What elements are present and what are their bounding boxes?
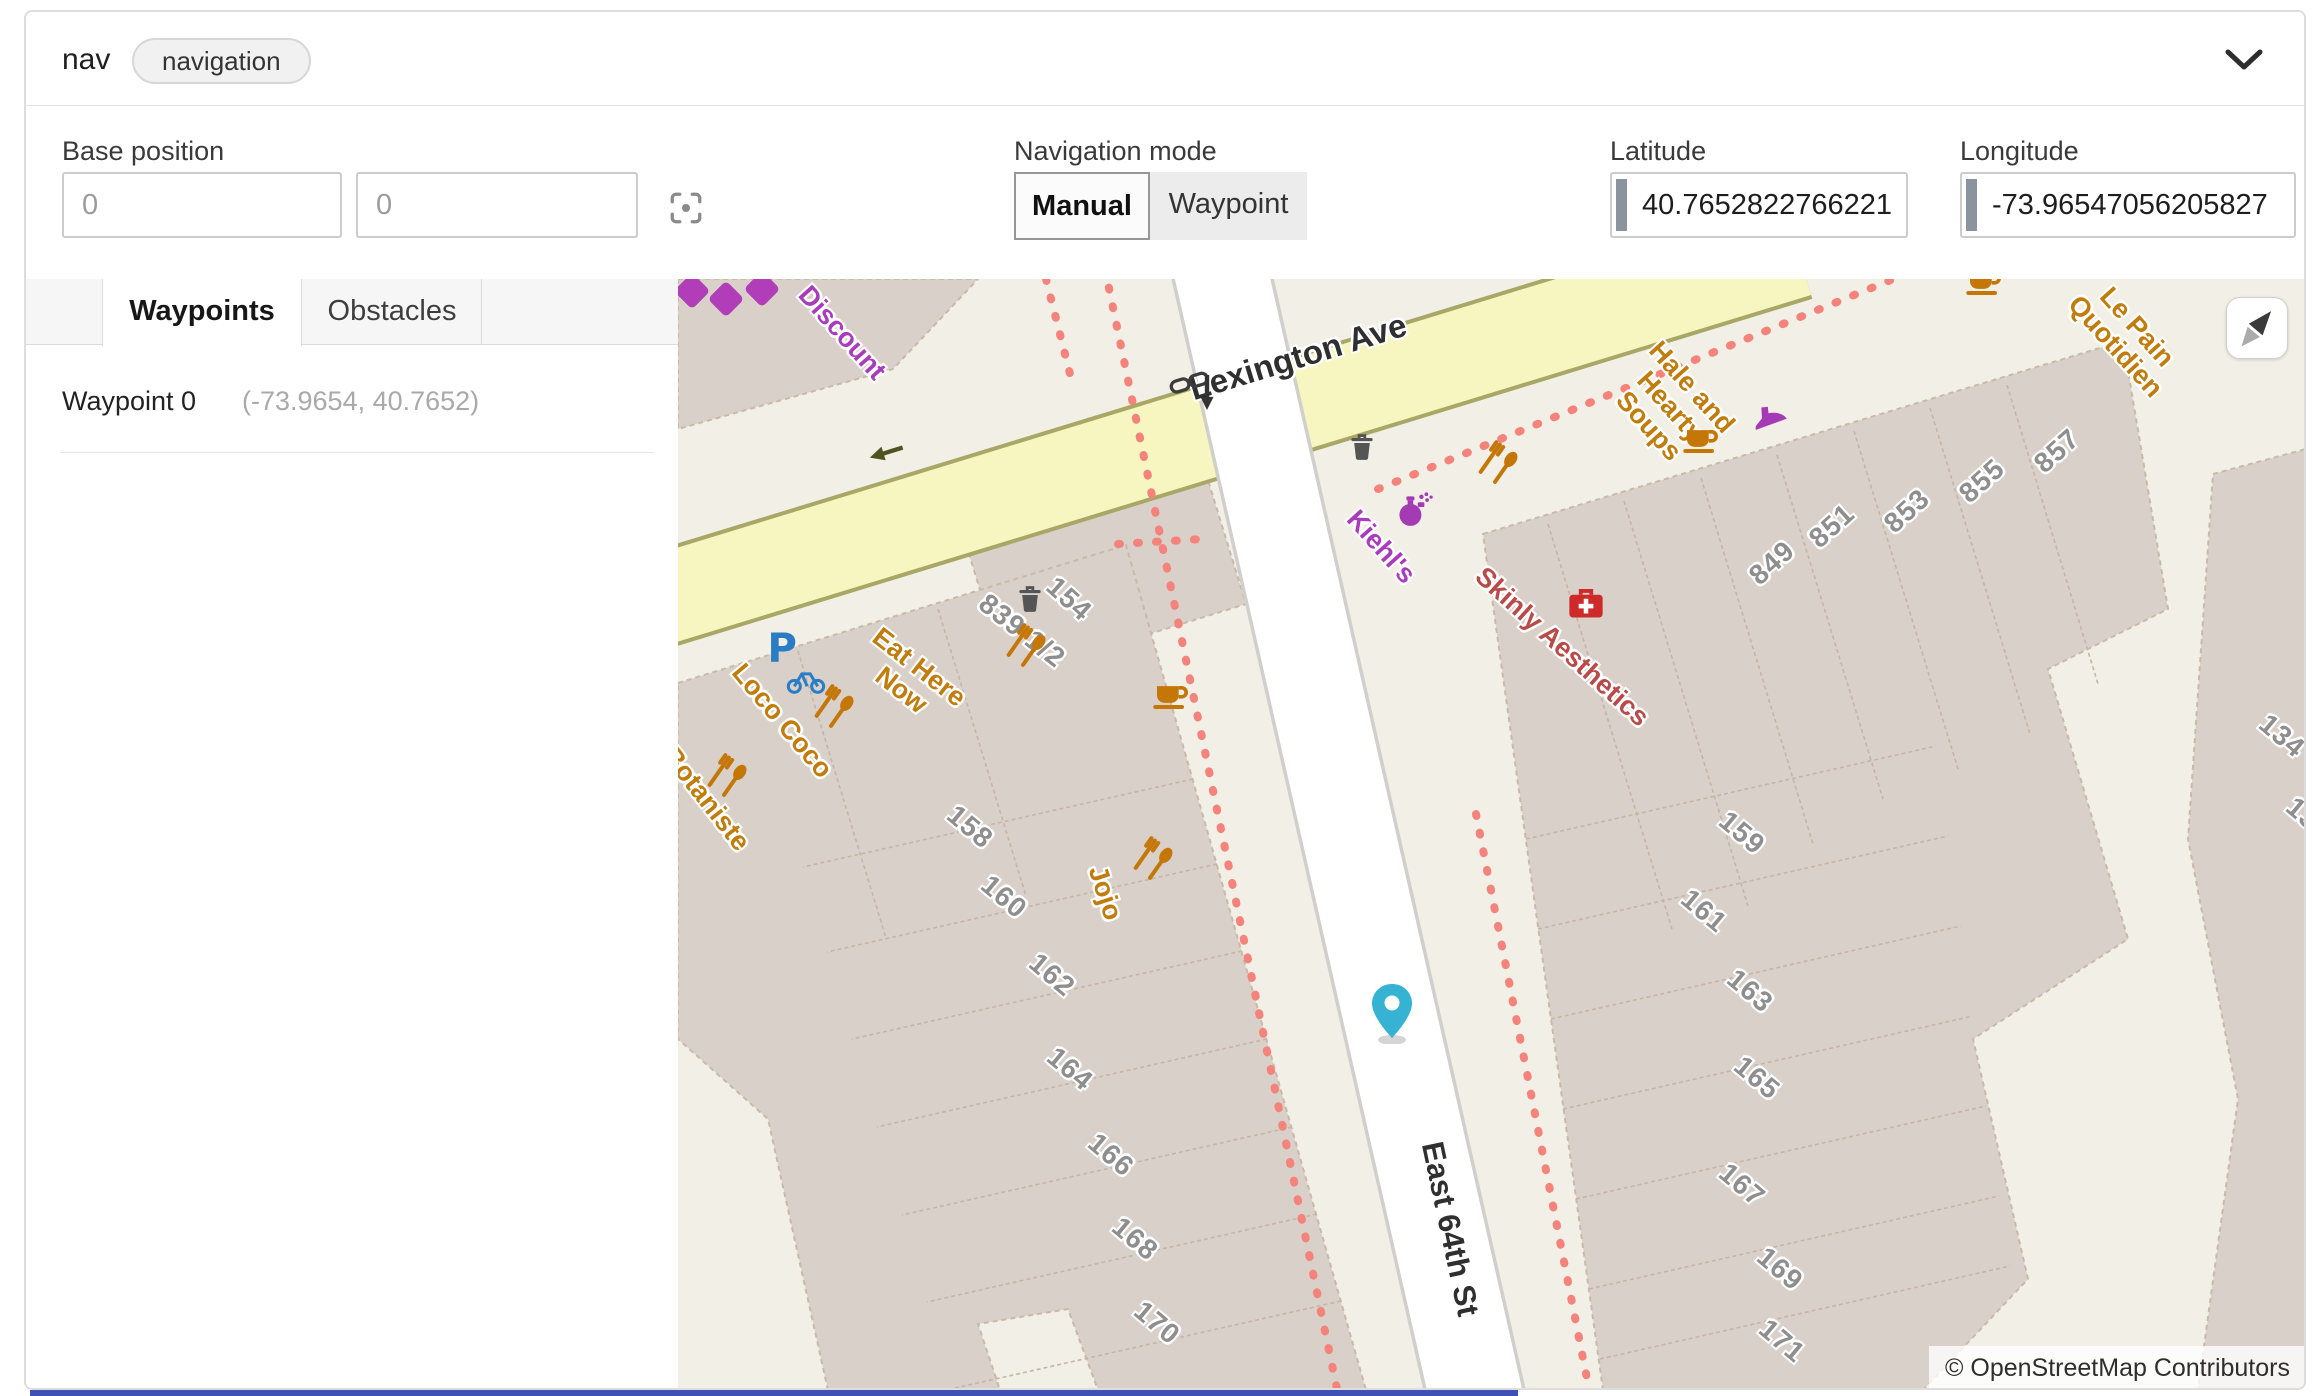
mode-waypoint-button[interactable]: Waypoint xyxy=(1150,172,1307,240)
base-position-label: Base position xyxy=(62,136,224,167)
nav-panel-card: nav navigation Base position Navigation … xyxy=(24,10,2306,1390)
base-position-y-input[interactable] xyxy=(356,172,638,238)
navigation-badge: navigation xyxy=(132,38,311,84)
longitude-field xyxy=(1960,172,2296,238)
longitude-label: Longitude xyxy=(1960,136,2079,167)
longitude-input[interactable] xyxy=(1960,172,2296,238)
panel-header: nav navigation xyxy=(26,12,2304,106)
latitude-field xyxy=(1610,172,1908,238)
bottom-accent-bar xyxy=(30,1390,1518,1396)
waypoints-sidebar: Waypoint 0 (-73.9654, 40.7652) xyxy=(26,346,678,1390)
latitude-input[interactable] xyxy=(1610,172,1908,238)
map-attribution: © OpenStreetMap Contributors xyxy=(1929,1346,2306,1390)
base-position-x-input[interactable] xyxy=(62,172,342,238)
waypoint-list-item[interactable]: Waypoint 0 (-73.9654, 40.7652) xyxy=(26,374,678,436)
divider xyxy=(60,452,654,453)
map-canvas[interactable]: Lexington AveEast 64th StDiscountEat Her… xyxy=(678,279,2306,1390)
waypoint-coords: (-73.9654, 40.7652) xyxy=(242,386,479,417)
tab-waypoints[interactable]: Waypoints xyxy=(102,279,302,346)
map-base-geometry xyxy=(678,279,2306,1390)
latitude-drag-handle xyxy=(1616,179,1627,231)
pick-position-crosshair-icon[interactable] xyxy=(666,188,706,228)
chevron-down-icon[interactable] xyxy=(2224,48,2264,77)
tab-strip: Waypoints Obstacles xyxy=(26,279,678,345)
compass-button[interactable] xyxy=(2226,297,2288,359)
waypoint-name: Waypoint 0 xyxy=(62,386,196,417)
navigation-mode-label: Navigation mode xyxy=(1014,136,1217,167)
mode-manual-button[interactable]: Manual xyxy=(1014,172,1150,240)
panel-title: nav xyxy=(62,43,110,77)
longitude-drag-handle xyxy=(1966,179,1977,231)
latitude-label: Latitude xyxy=(1610,136,1706,167)
tab-obstacles[interactable]: Obstacles xyxy=(303,279,482,345)
map-marker[interactable] xyxy=(1369,982,1415,1044)
